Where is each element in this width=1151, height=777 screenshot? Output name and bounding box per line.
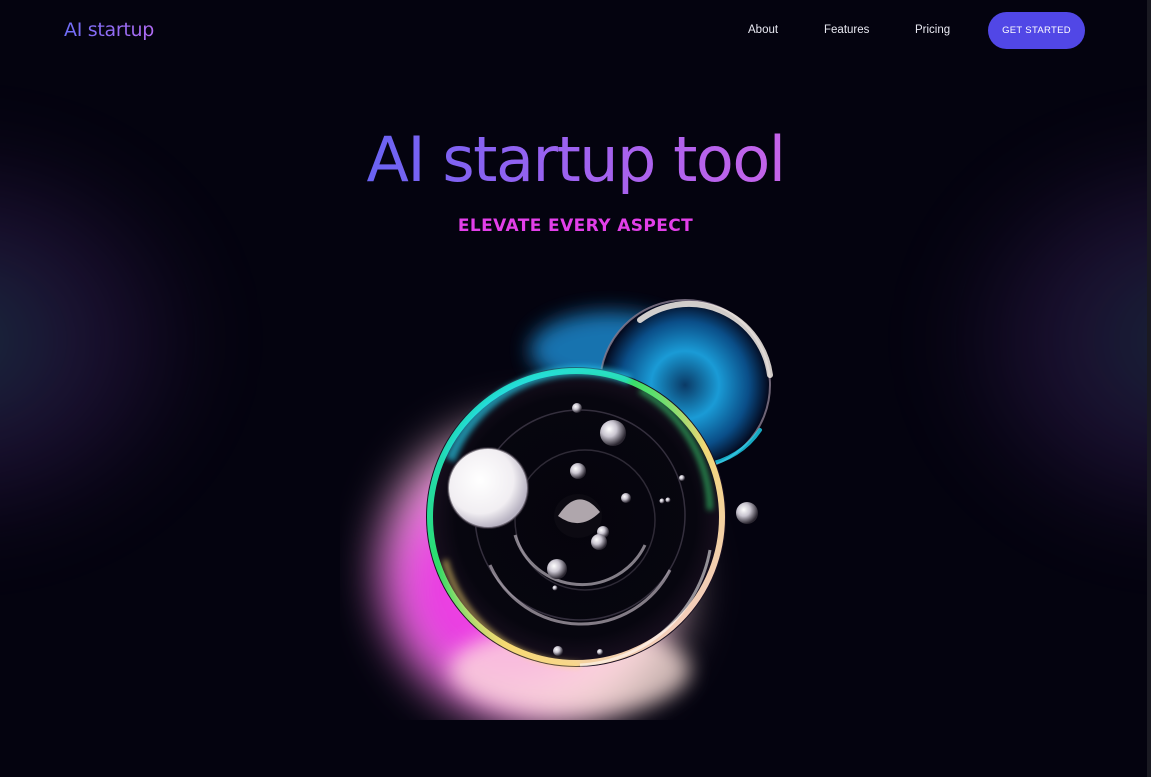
landing-page: AI startup About Features Pricing GET ST… — [0, 0, 1151, 777]
site-header: AI startup About Features Pricing GET ST… — [0, 0, 1151, 62]
hero-title: AI startup tool — [0, 120, 1151, 200]
nav-about-link[interactable]: About — [748, 24, 778, 36]
hero-subtitle: ELEVATE EVERY ASPECT — [457, 216, 694, 236]
hero-title-text: AI startup tool — [366, 123, 786, 196]
logo[interactable]: AI startup — [64, 19, 154, 41]
nav-pricing-link[interactable]: Pricing — [915, 24, 950, 36]
glass-bubbles-icon — [380, 299, 773, 720]
scrollbar[interactable] — [1147, 0, 1151, 777]
get-started-button[interactable]: GET STARTED — [988, 12, 1085, 49]
nav-features-link[interactable]: Features — [824, 24, 869, 36]
